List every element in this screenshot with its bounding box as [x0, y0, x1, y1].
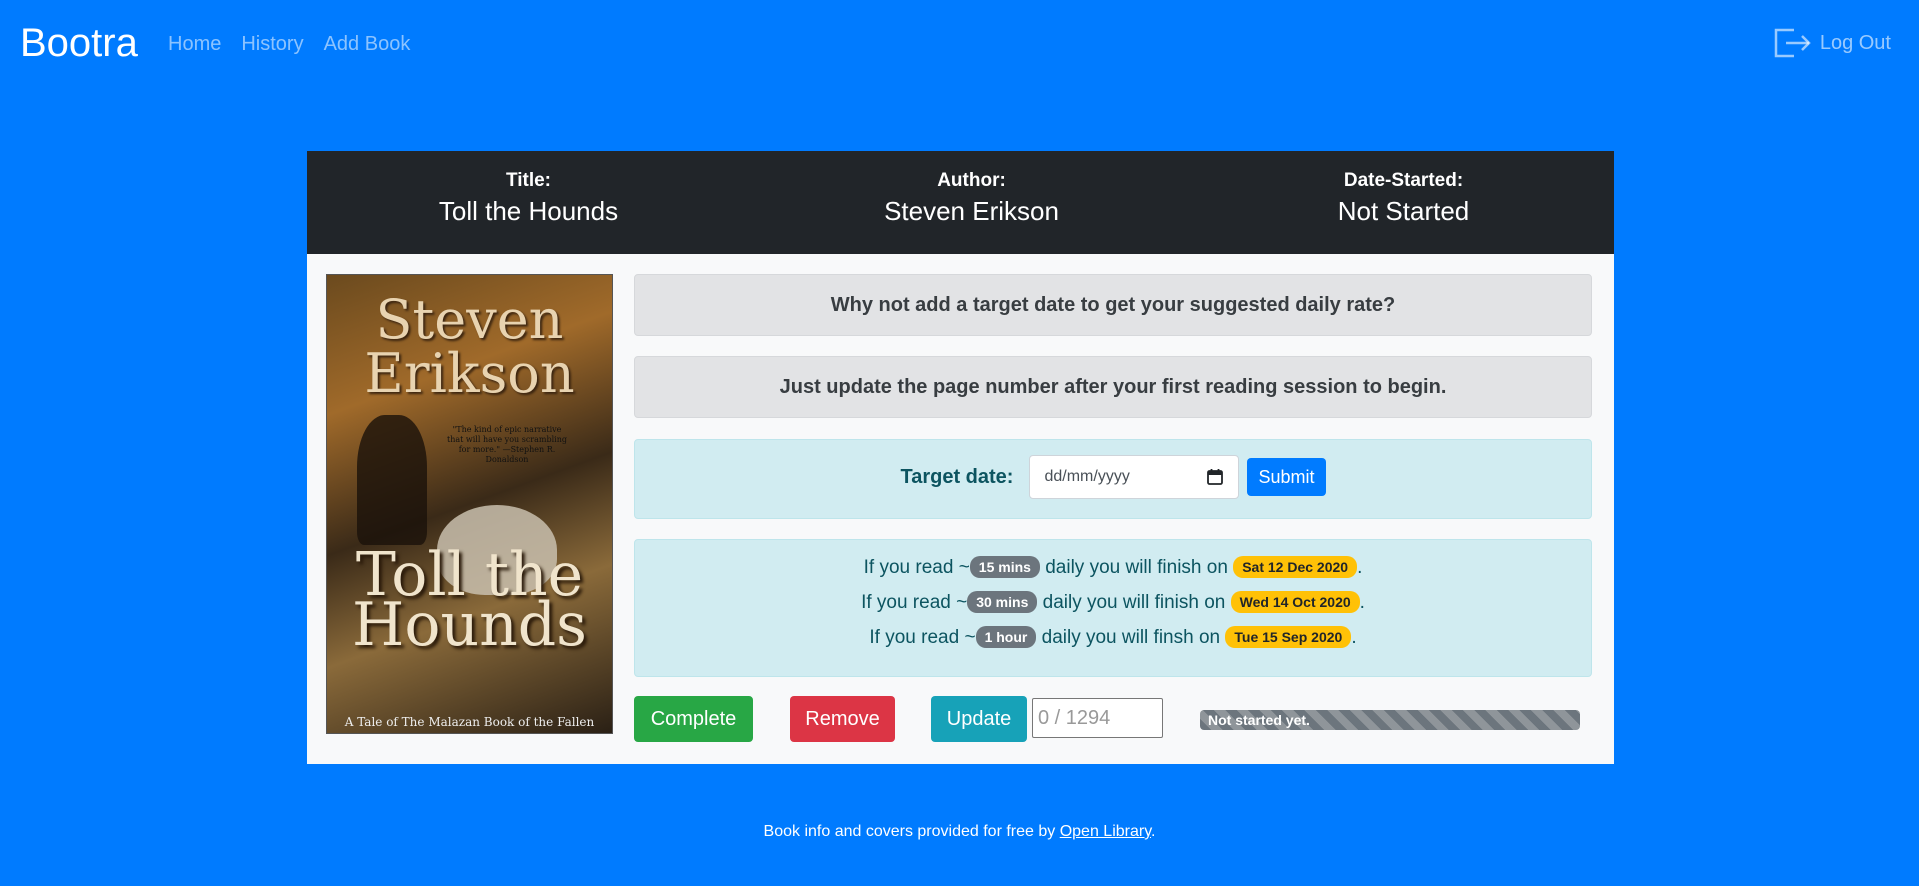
nav-links: Home History Add Book	[168, 30, 410, 58]
rate-prefix: If you read ~	[863, 557, 970, 578]
footer-text: Book info and covers provided for free b…	[763, 823, 1060, 840]
book-card: Title: Toll the Hounds Author: Steven Er…	[307, 151, 1614, 764]
page-number-input[interactable]: 0 / 1294	[1032, 698, 1163, 738]
rate-line-30-mins: If you read ~30 mins daily you will fini…	[635, 585, 1591, 620]
logout-link[interactable]: Log Out	[1772, 26, 1891, 60]
duration-badge: 30 mins	[967, 591, 1038, 613]
finish-date-badge: Sat 12 Dec 2020	[1233, 556, 1358, 578]
target-date-label: Target date:	[900, 465, 1014, 488]
date-placeholder: dd/mm/yyyy	[1044, 468, 1130, 485]
date-started-value: Not Started	[1337, 196, 1470, 226]
logout-icon	[1774, 28, 1811, 58]
submit-target-button[interactable]: Submit	[1247, 458, 1326, 496]
nav-home-link[interactable]: Home	[168, 30, 221, 58]
progress-label: Not started yet.	[1208, 712, 1310, 728]
rate-middle: daily you will finish on	[1039, 557, 1234, 578]
book-cover-image: Steven Erikson "The kind of epic narrati…	[326, 274, 613, 734]
logout-label: Log Out	[1819, 31, 1891, 54]
reading-rate-estimates: If you read ~15 mins daily you will fini…	[634, 539, 1592, 677]
navbar: Bootra Home History Add Book Log Out	[0, 0, 1919, 88]
nav-add-book-link[interactable]: Add Book	[324, 30, 411, 58]
date-started-label: Date-Started:	[1343, 170, 1464, 191]
reading-progress-bar: Not started yet.	[1200, 710, 1580, 730]
rate-suffix: .	[1351, 627, 1357, 648]
title-column: Title: Toll the Hounds	[307, 169, 750, 227]
finish-date-badge: Tue 15 Sep 2020	[1225, 626, 1352, 648]
target-date-hint: Why not add a target date to get your su…	[634, 274, 1592, 336]
rate-prefix: If you read ~	[861, 592, 968, 613]
title-label: Title:	[505, 170, 552, 191]
rate-prefix: If you read ~	[869, 627, 976, 648]
update-button[interactable]: Update	[931, 696, 1027, 742]
complete-button[interactable]: Complete	[634, 696, 753, 742]
author-column: Author: Steven Erikson	[750, 169, 1193, 227]
rate-middle: daily you will finsh on	[1036, 627, 1226, 648]
cover-quote: "The kind of epic narrative that will ha…	[447, 425, 567, 464]
rate-line-15-mins: If you read ~15 mins daily you will fini…	[635, 550, 1591, 585]
cover-series-text: A Tale of The Malazan Book of the Fallen	[344, 715, 595, 729]
book-author: Steven Erikson	[884, 196, 1059, 226]
duration-badge: 1 hour	[975, 626, 1037, 648]
rate-line-1-hour: If you read ~1 hour daily you will finsh…	[635, 620, 1591, 655]
brand-logo[interactable]: Bootra	[20, 18, 138, 68]
book-title: Toll the Hounds	[438, 196, 619, 226]
duration-badge: 15 mins	[969, 556, 1040, 578]
finish-date-badge: Wed 14 Oct 2020	[1230, 591, 1360, 613]
open-library-link[interactable]: Open Library	[1060, 823, 1151, 840]
cover-title-text: Toll the Hounds	[352, 540, 587, 660]
footer-end: .	[1151, 823, 1156, 840]
rate-suffix: .	[1359, 592, 1365, 613]
footer: Book info and covers provided for free b…	[0, 823, 1919, 841]
author-label: Author:	[937, 170, 1006, 191]
rate-middle: daily you will finish on	[1037, 592, 1231, 613]
cover-figure	[357, 415, 427, 545]
target-date-input[interactable]: dd/mm/yyyy	[1029, 455, 1240, 499]
nav-history-link[interactable]: History	[241, 30, 303, 58]
calendar-icon[interactable]	[1206, 468, 1224, 486]
target-date-form: Target date: dd/mm/yyyy Submit	[634, 439, 1592, 519]
book-card-header: Title: Toll the Hounds Author: Steven Er…	[307, 151, 1614, 254]
date-started-column: Date-Started: Not Started	[1193, 169, 1614, 227]
rate-suffix: .	[1357, 557, 1363, 578]
update-page-hint: Just update the page number after your f…	[634, 356, 1592, 418]
cover-author-text: Steven Erikson	[364, 288, 575, 405]
remove-button[interactable]: Remove	[790, 696, 895, 742]
